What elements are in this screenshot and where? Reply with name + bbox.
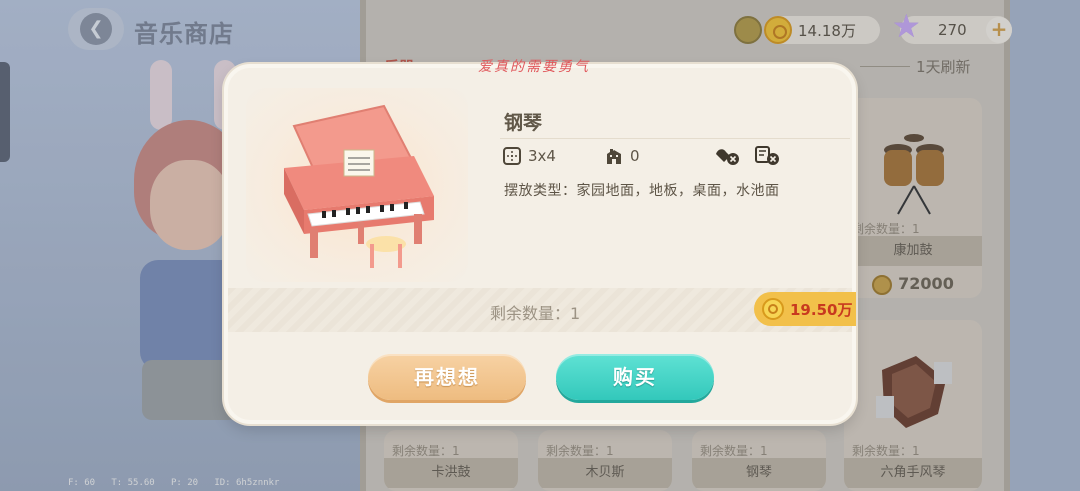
price-value: 19.50万 (790, 300, 853, 319)
grid-size-icon (503, 147, 521, 165)
price-tag: 19.50万 (754, 292, 856, 326)
piano-icon (284, 104, 434, 268)
coin-icon (762, 298, 784, 320)
no-gift-icon (716, 149, 739, 165)
item-size: 3x4 (502, 146, 556, 166)
item-comfort-value: 0 (630, 147, 640, 165)
watermark: 爱真的需要勇气 (478, 59, 590, 75)
not-tradable-badge (754, 146, 786, 166)
purchase-dialog: 钢琴 3x4 0 摆放类型：家园地面，地板，桌面，水池面 剩余数量：1 19.5… (224, 64, 856, 424)
not-giftable-badge (714, 146, 746, 166)
item-name: 钢琴 (504, 112, 543, 134)
divider (500, 138, 850, 139)
cancel-button[interactable]: 再想想 (368, 354, 526, 400)
item-preview (246, 88, 468, 282)
buy-button[interactable]: 购买 (556, 354, 714, 400)
placement-type: 摆放类型：家园地面，地板，桌面，水池面 (504, 183, 780, 199)
item-size-value: 3x4 (528, 147, 556, 165)
no-trade-icon (755, 146, 779, 165)
remaining-quantity: 剩余数量：1 (490, 304, 581, 323)
item-comfort: 0 (604, 146, 640, 166)
house-icon (607, 149, 621, 164)
